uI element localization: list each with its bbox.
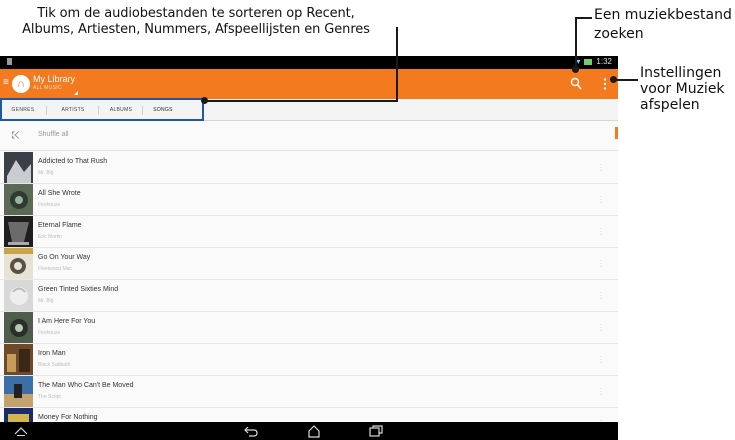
song-artist: Mr. Big (38, 170, 54, 176)
song-artist: Mr. Big (38, 298, 54, 304)
song-row[interactable]: Go On Your Way Fleetwood Mac · · · (0, 248, 618, 280)
callout-dot-search (572, 66, 579, 73)
callout-line-search (575, 17, 577, 68)
settings-annotation-line-3: afspelen (640, 97, 700, 113)
song-artist: Firehouse (38, 202, 61, 208)
search-annotation-line-1: Een muziekbestand (594, 7, 732, 23)
song-title: Iron Man (38, 350, 66, 357)
settings-annotation-line-2: voor Muziek (640, 81, 725, 97)
overflow-menu-icon[interactable] (603, 77, 607, 91)
settings-annotation-line-1: Instellingen (640, 65, 722, 81)
row-overflow-icon[interactable]: ··· (599, 193, 603, 207)
row-overflow-icon[interactable]: ··· (599, 289, 603, 303)
song-row[interactable]: I Am Here For You Firehouse · · · (0, 312, 618, 344)
song-artist: Firehouse (38, 330, 61, 336)
settings-annotation: Instellingen voor Muziek afspelen (640, 65, 725, 113)
row-overflow-icon[interactable]: ··· (599, 161, 603, 175)
song-artist: Fleetwood Mac (38, 266, 72, 272)
sort-annotation-line-1: Tik om de audiobestanden te sorteren op … (37, 6, 355, 21)
search-annotation: Een muziekbestand zoeken (594, 6, 732, 44)
music-app-screen: ▾ 1:32 ≡ ∩ My Library ALL MUSIC GENRES A… (0, 56, 618, 440)
headphones-icon[interactable]: ∩ (12, 75, 30, 93)
shuffle-all-row[interactable]: ⤪ Shuffle all (0, 121, 618, 151)
song-artist: The Script (38, 394, 61, 400)
sort-annotation-line-2: Albums, Artiesten, Nummers, Afspeellijst… (22, 22, 370, 37)
song-title: Addicted to That Rush (38, 158, 108, 165)
album-art-thumbnail (4, 248, 33, 279)
status-bar-right: ▾ 1:32 (576, 57, 612, 66)
song-row[interactable]: The Man Who Can't Be Moved The Script · ·… (0, 376, 618, 408)
tabs-highlight-box (0, 98, 204, 121)
library-title[interactable]: My Library (33, 74, 75, 84)
song-row[interactable]: Iron Man Black Sabbath · · · (0, 344, 618, 376)
song-title: I Am Here For You (38, 318, 96, 325)
shuffle-all-label: Shuffle all (38, 131, 69, 138)
collapse-icon[interactable] (14, 426, 28, 436)
recent-apps-icon[interactable] (369, 425, 383, 437)
song-title: All She Wrote (38, 190, 81, 197)
song-title: Green Tinted Sixties Mind (38, 286, 119, 293)
battery-icon (584, 58, 593, 65)
navigation-bar (0, 422, 618, 440)
home-icon[interactable] (307, 424, 321, 438)
song-title: Eternal Flame (38, 222, 82, 229)
row-overflow-icon[interactable]: ··· (599, 385, 603, 399)
album-art-thumbnail (4, 184, 33, 215)
album-art-thumbnail (4, 280, 33, 311)
album-art-thumbnail (4, 344, 33, 375)
search-annotation-line-2: zoeken (594, 26, 644, 42)
status-bar: ▾ 1:32 (0, 56, 618, 69)
back-icon[interactable] (244, 425, 258, 437)
sort-annotation: Tik om de audiobestanden te sorteren op … (0, 6, 392, 38)
song-artist: Eric Martin (38, 234, 62, 240)
row-overflow-icon[interactable]: ··· (599, 321, 603, 335)
library-subtitle[interactable]: ALL MUSIC (33, 85, 62, 91)
library-dropdown-icon[interactable] (74, 91, 78, 95)
row-overflow-icon[interactable]: ··· (599, 353, 603, 367)
song-row[interactable]: Eternal Flame Eric Martin · · · (0, 216, 618, 248)
callout-line-search (575, 17, 592, 19)
song-title: Money For Nothing (38, 414, 98, 421)
wifi-icon: ▾ (576, 57, 581, 66)
scrollbar[interactable] (615, 127, 618, 139)
search-icon[interactable] (570, 77, 582, 91)
song-list: ⤪ Shuffle all Addicted to That Rush Mr. … (0, 121, 618, 440)
song-title: The Man Who Can't Be Moved (38, 382, 134, 389)
callout-line-sort (396, 27, 398, 101)
drawer-icon[interactable]: ≡ (3, 78, 9, 88)
status-time: 1:32 (596, 57, 612, 66)
callout-dot-settings (610, 76, 617, 83)
callout-line-sort (205, 100, 398, 102)
action-bar: ≡ ∩ My Library ALL MUSIC (0, 69, 618, 99)
notification-icon (7, 58, 12, 65)
album-art-thumbnail (4, 216, 33, 247)
shuffle-icon: ⤪ (12, 130, 20, 141)
album-art-thumbnail (4, 312, 33, 343)
album-art-thumbnail (4, 376, 33, 407)
song-row[interactable]: Green Tinted Sixties Mind Mr. Big · · · (0, 280, 618, 312)
row-overflow-icon[interactable]: ··· (599, 257, 603, 271)
row-overflow-icon[interactable]: ··· (599, 225, 603, 239)
callout-dot-sort (201, 97, 208, 104)
album-art-thumbnail (4, 152, 33, 183)
song-artist: Black Sabbath (38, 362, 71, 368)
song-row[interactable]: Addicted to That Rush Mr. Big · · · (0, 152, 618, 184)
song-title: Go On Your Way (38, 254, 91, 261)
song-row[interactable]: All She Wrote Firehouse · · · (0, 184, 618, 216)
